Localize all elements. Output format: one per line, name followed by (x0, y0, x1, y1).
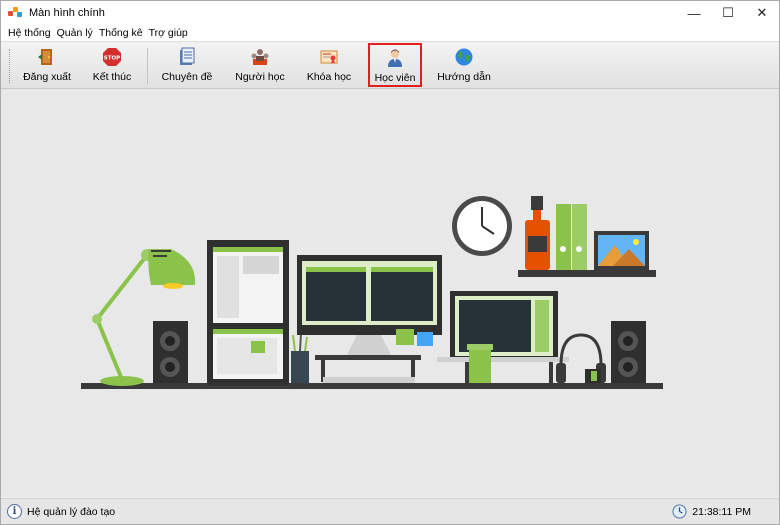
hoc-vien-label: Học viên (374, 72, 416, 84)
right-speaker (611, 321, 646, 383)
office-desk-illustration (81, 196, 663, 389)
vertical-monitor (207, 240, 289, 385)
maximize-button[interactable]: ☐ (711, 1, 745, 25)
wall-clock (452, 196, 512, 256)
toolbar-grip[interactable] (9, 49, 11, 83)
binders (556, 204, 587, 270)
main-window: Màn hình chính — ☐ ✕ Hệ thống Quản lý Th… (0, 0, 780, 525)
status-text: Hệ quản lý đào tạo (27, 505, 116, 518)
desk-surface (81, 383, 663, 389)
chuyen-de-label: Chuyên đề (161, 71, 213, 83)
khoa-hoc-button[interactable]: Khóa học (305, 44, 353, 86)
info-icon: i (7, 504, 22, 519)
clock-icon (672, 504, 687, 519)
app-logo-icon (8, 7, 22, 19)
chuyen-de-button[interactable]: Chuyên đề (159, 44, 215, 86)
title-bar[interactable]: Màn hình chính — ☐ ✕ (1, 1, 779, 25)
main-content (1, 89, 779, 497)
nguoi-hoc-button[interactable]: Người học (233, 44, 287, 86)
hoc-vien-button[interactable]: Học viên (368, 43, 422, 87)
laptop (437, 291, 569, 383)
toolbar: Đăng xuất STOP Kết thúc Chuyên đề Người … (1, 41, 779, 89)
menu-tro-giup[interactable]: Trợ giúp (149, 27, 188, 39)
coffee-cup (467, 344, 493, 383)
minimize-icon: — (687, 5, 701, 21)
status-bar: i Hệ quản lý đào tạo 21:38:11 PM (1, 498, 779, 524)
svg-text:STOP: STOP (104, 56, 120, 62)
pencil-cup (291, 332, 309, 383)
menu-thong-ke[interactable]: Thống kê (99, 27, 143, 39)
dang-xuat-button[interactable]: Đăng xuất (19, 44, 75, 86)
window-title: Màn hình chính (29, 7, 105, 19)
close-button[interactable]: ✕ (745, 1, 779, 25)
menu-quan-ly[interactable]: Quản lý (57, 27, 93, 39)
menu-bar: Hệ thống Quản lý Thống kê Trợ giúp (1, 25, 779, 41)
wall-shelf (518, 270, 656, 277)
menu-he-thong[interactable]: Hệ thống (8, 27, 51, 39)
minimize-button[interactable]: — (677, 1, 711, 25)
toolbar-separator (147, 48, 148, 84)
door-exit-icon (37, 47, 57, 67)
user-icon (385, 48, 405, 68)
huong-dan-label: Hướng dẫn (437, 71, 491, 83)
nguoi-hoc-label: Người học (235, 71, 285, 83)
ket-thuc-button[interactable]: STOP Kết thúc (86, 44, 138, 86)
document-icon (177, 47, 197, 67)
stop-sign-icon: STOP (102, 47, 122, 67)
picture-frame (594, 231, 649, 270)
dang-xuat-label: Đăng xuất (23, 71, 71, 83)
maximize-icon: ☐ (722, 5, 734, 20)
khoa-hoc-label: Khóa học (306, 71, 352, 83)
ket-thuc-label: Kết thúc (92, 71, 132, 83)
left-speaker (153, 321, 188, 383)
globe-icon (454, 47, 474, 67)
certificate-icon (319, 47, 339, 67)
close-icon: ✕ (756, 5, 768, 20)
status-time: 21:38:11 PM (692, 505, 751, 518)
main-monitor (297, 255, 442, 383)
huong-dan-button[interactable]: Hướng dẫn (437, 44, 491, 86)
bottle (525, 196, 550, 270)
group-icon (250, 47, 270, 67)
